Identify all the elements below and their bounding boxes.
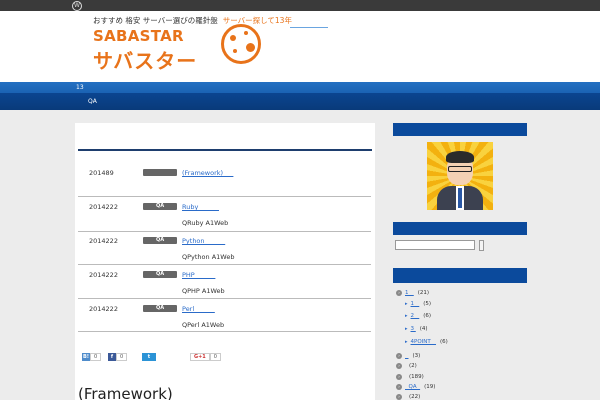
arrow-icon: ▸ — [405, 301, 408, 307]
category-item[interactable]: ▸ 2 (6) — [405, 313, 431, 319]
tagline-text: おすすめ 格安 サーバー選びの羅針盤 — [93, 16, 218, 25]
divider — [78, 196, 371, 197]
admin-bar: W — [0, 0, 600, 11]
sidebar-category-header — [393, 268, 527, 283]
divider — [78, 331, 371, 332]
category-count: (189) — [409, 374, 424, 380]
heading-rule — [78, 149, 372, 151]
nav-item-qa[interactable]: QA — [88, 98, 97, 105]
facebook-share[interactable]: f 0 — [108, 353, 128, 361]
category-item[interactable]: ▸ 4POINT (6) — [405, 339, 448, 345]
facebook-icon: f — [108, 353, 116, 361]
category-link[interactable]: 1 — [405, 290, 414, 296]
entry-date: 2014222 — [89, 305, 118, 313]
entry-title-link[interactable]: Python — [182, 237, 225, 245]
entry-title-link[interactable]: Ruby — [182, 203, 219, 211]
bullet-icon: › — [396, 353, 402, 359]
twitter-icon: t — [142, 353, 156, 361]
category-item[interactable]: › QA (19) — [396, 384, 435, 390]
site-tagline: おすすめ 格安 サーバー選びの羅針盤 サーバー探して13年 — [93, 15, 292, 26]
category-badge: QA — [143, 271, 177, 278]
category-link[interactable] — [405, 353, 409, 359]
category-link[interactable]: 2 — [411, 313, 420, 319]
entry-desc: QPHP A1Web — [182, 287, 225, 295]
category-link[interactable]: QA — [405, 384, 420, 390]
site-logo[interactable]: おすすめ 格安 サーバー選びの羅針盤 サーバー探して13年 SABASTAR サバ… — [93, 15, 292, 81]
category-count: (6) — [440, 339, 448, 345]
entry-date: 2014222 — [89, 237, 118, 245]
header-link[interactable] — [290, 27, 328, 28]
bullet-icon: › — [396, 394, 402, 400]
category-item[interactable]: › 1 (21) — [396, 290, 429, 296]
entry-desc: QPython A1Web — [182, 253, 235, 261]
category-badge: QA — [143, 237, 177, 244]
category-count: (3) — [412, 353, 421, 359]
site-header: おすすめ 格安 サーバー選びの羅針盤 サーバー探して13年 SABASTAR サバ… — [0, 11, 600, 82]
arrow-icon: ▸ — [405, 326, 408, 332]
arrow-icon: ▸ — [405, 339, 408, 345]
bullet-icon: › — [396, 290, 402, 296]
entry-desc: QPerl A1Web — [182, 321, 225, 329]
category-item[interactable]: ▸ 1 (5) — [405, 301, 431, 307]
category-link[interactable]: 3 — [411, 326, 416, 332]
twitter-share[interactable]: t — [142, 353, 156, 361]
category-count: (4) — [419, 326, 428, 332]
google-plus-count: 0 — [209, 353, 221, 361]
category-item[interactable]: › (2) — [396, 363, 417, 369]
hatena-count: 0 — [90, 353, 102, 361]
hatena-share[interactable]: B! 0 — [82, 353, 102, 361]
entry-date: 2014222 — [89, 271, 118, 279]
category-count: (2) — [409, 363, 417, 369]
entry-title-link[interactable]: (Framework) — [182, 169, 233, 177]
main-content: 201489 (Framework) 2014222 QA Ruby QRuby… — [75, 123, 375, 400]
search-input[interactable] — [395, 240, 475, 250]
entry-date: 2014222 — [89, 203, 118, 211]
divider — [78, 298, 371, 299]
category-item[interactable]: › (3) — [396, 353, 420, 359]
category-count: (5) — [423, 301, 432, 307]
google-plus-icon: G+1 — [190, 353, 210, 361]
hatena-bookmark-icon: B! — [82, 353, 90, 361]
arrow-icon: ▸ — [405, 313, 408, 319]
brand-name-jp: サバスター — [93, 49, 198, 73]
category-item[interactable]: ▸ 3 (4) — [405, 326, 428, 332]
brand-name-en: SABASTAR — [93, 27, 184, 45]
category-count: (21) — [417, 290, 430, 296]
bullet-icon: › — [396, 363, 402, 369]
server-emblem-icon — [221, 24, 261, 64]
wordpress-icon[interactable]: W — [72, 1, 82, 11]
category-item[interactable]: › (189) — [396, 374, 424, 380]
category-count: (6) — [423, 313, 432, 319]
tagline-accent: サーバー探して13年 — [222, 16, 292, 25]
entry-date: 201489 — [89, 169, 114, 177]
category-count: (19) — [424, 384, 436, 390]
divider — [78, 264, 371, 265]
google-plus-share[interactable]: G+1 0 — [190, 353, 221, 361]
category-item[interactable]: › (22) — [396, 394, 420, 400]
post-heading: (Framework) — [78, 385, 173, 400]
nav-item-13[interactable]: 13 — [76, 84, 84, 91]
category-link[interactable]: 4POINT — [411, 339, 437, 345]
category-link[interactable]: 1 — [411, 301, 420, 307]
sidebar-search-header — [393, 222, 527, 235]
entry-title-link[interactable]: PHP — [182, 271, 215, 279]
global-nav-row2: QA — [0, 93, 600, 110]
category-badge: QA — [143, 305, 177, 312]
entry-desc: QRuby A1Web — [182, 219, 229, 227]
divider — [78, 231, 371, 232]
facebook-count: 0 — [116, 353, 128, 361]
entry-title-link[interactable]: Perl — [182, 305, 215, 313]
bullet-icon: › — [396, 384, 402, 390]
category-badge — [143, 169, 177, 176]
category-count: (22) — [409, 394, 421, 400]
category-badge: QA — [143, 203, 177, 210]
search-button[interactable] — [479, 240, 484, 251]
bullet-icon: › — [396, 374, 402, 380]
sidebar-profile-header — [393, 123, 527, 136]
avatar — [427, 142, 493, 210]
